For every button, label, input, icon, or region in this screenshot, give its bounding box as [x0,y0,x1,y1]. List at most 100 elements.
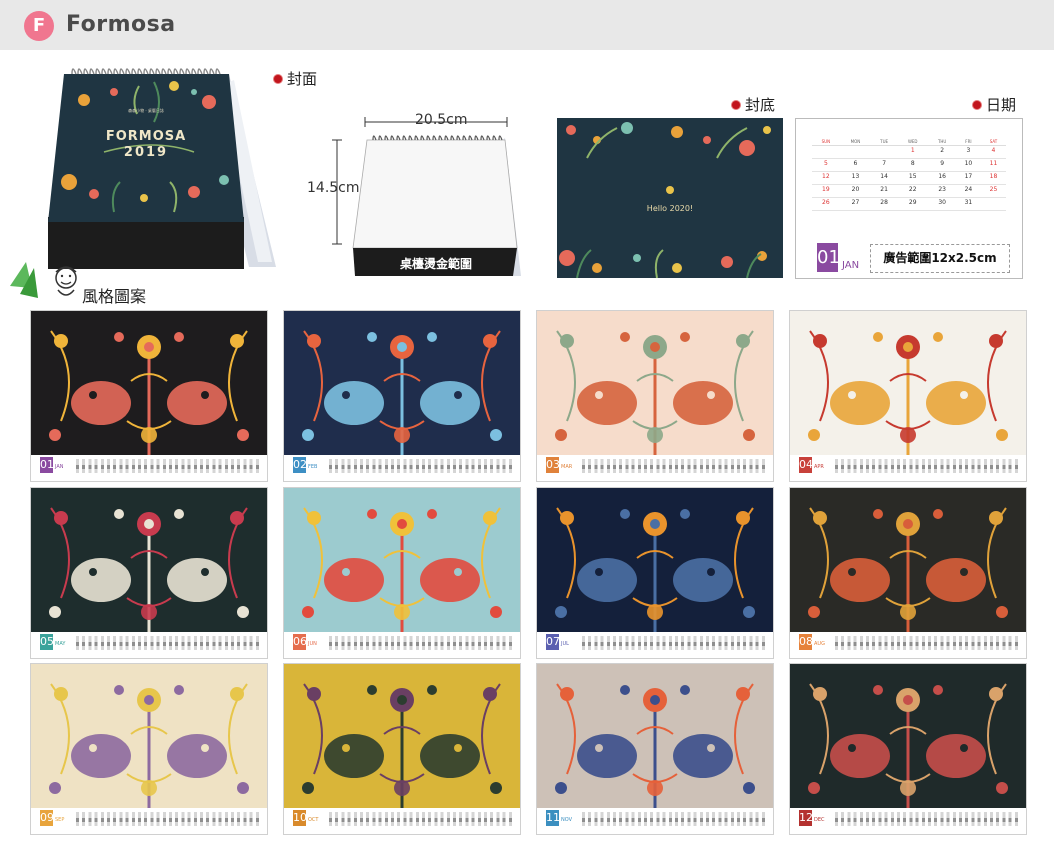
month-number: 08 [799,634,813,650]
month-artwork [790,311,1026,455]
month-number: 03 [546,457,560,473]
date-row [76,465,261,469]
month-name: NOV [561,817,573,823]
date-cell: 30 [928,197,956,211]
month-number: 11 [546,810,560,826]
month-card: 12 DEC [789,663,1027,835]
style-section-title: 風格圖案 [82,287,147,306]
date-cell [812,145,840,159]
month-date-strip: 11 NOV [537,808,773,834]
cover-year-text: 2019 [124,145,168,160]
month-artwork [31,488,267,632]
month-artwork [537,488,773,632]
date-cell: 18 [980,171,1006,185]
month-artwork [790,664,1026,808]
date-page-month-name: JAN [842,260,860,271]
date-cell: 21 [871,184,898,198]
date-row [582,465,767,469]
date-cell: 17 [955,171,981,185]
date-cell: 4 [980,145,1006,159]
month-date-strip: 07 JUL [537,632,773,658]
month-date-strip: 06 JUN [284,632,520,658]
month-number: 07 [546,634,560,650]
month-number: 10 [293,810,307,826]
month-name: DEC [814,817,825,823]
date-row [329,818,514,822]
month-date-strip: 04 APR [790,455,1026,481]
month-card: 01 JAN [30,310,268,482]
date-row [582,642,767,646]
month-date-strip: 05 MAY [31,632,267,658]
month-card: 09 SEP [30,663,268,835]
date-cell: 27 [839,197,872,211]
month-artwork [284,311,520,455]
date-label-text: 日期 [986,96,1017,114]
date-cell: 8 [897,158,929,172]
height-label: 14.5cm [307,180,360,196]
red-dot-icon [732,101,740,109]
month-card: 04 APR [789,310,1027,482]
month-date-strip: 08 AUG [790,632,1026,658]
month-name: MAR [561,464,573,470]
cover-title-text: FORMOSA [106,129,186,144]
date-cell: 5 [812,158,840,172]
cover-label-text: 封面 [287,70,318,88]
date-cell: 28 [871,197,898,211]
month-card: 08 AUG [789,487,1027,659]
date-cell: 23 [928,184,956,198]
date-cell: 31 [955,197,981,211]
month-card: 07 JUL [536,487,774,659]
desk-calendar-cover: 森森小物 · 桌曆日誌 FORMOSA 2019 [44,62,284,280]
cover-small-text: 森森小物 · 桌曆日誌 [128,107,164,113]
month-date-strip: 03 MAR [537,455,773,481]
date-cell: 16 [928,171,956,185]
month-date-strip: 12 DEC [790,808,1026,834]
date-cell: 13 [839,171,872,185]
style-section-icon [6,258,80,304]
back-label-text: 封底 [745,96,776,114]
stamp-area-label: 桌檯燙金範圍 [399,257,472,271]
width-label: 20.5cm [415,112,468,128]
month-name: APR [814,464,824,470]
date-cell: 1 [897,145,929,159]
month-artwork [537,664,773,808]
month-name: JUN [308,641,317,647]
month-artwork [31,664,267,808]
date-cell: 3 [955,145,981,159]
date-cell: 6 [839,158,872,172]
month-card: 02 FEB [283,310,521,482]
month-number: 04 [799,457,813,473]
month-date-strip: 09 SEP [31,808,267,834]
date-cell: 29 [897,197,929,211]
date-row [329,642,514,646]
month-artwork [284,664,520,808]
date-cell: 14 [871,171,898,185]
date-cell [839,145,872,159]
month-name: AUG [814,641,825,647]
month-name: FEB [308,464,318,470]
date-cell: 24 [955,184,981,198]
month-card: 06 JUN [283,487,521,659]
date-cell: 15 [897,171,929,185]
month-card: 11 NOV [536,663,774,835]
date-row [582,818,767,822]
date-cell: 12 [812,171,840,185]
date-cell: 25 [980,184,1006,198]
date-row [76,818,261,822]
date-page-sample: SUN MON TUE WED THU FRI SAT 1 2 3 4 5 6 [795,118,1023,279]
month-name: MAY [55,641,66,647]
date-label: 日期 [973,94,1016,115]
date-grid: SUN MON TUE WED THU FRI SAT 1 2 3 4 5 6 [812,139,1006,211]
month-card: 10 OCT [283,663,521,835]
month-number: 05 [40,634,54,650]
month-artwork [31,311,267,455]
date-cell: 22 [897,184,929,198]
ad-area-box: 廣告範圍12x2.5cm [870,244,1010,273]
back-label: 封底 [732,94,775,115]
date-cell: 19 [812,184,840,198]
month-number: 01 [40,457,54,473]
date-cell: 7 [871,158,898,172]
month-name: JAN [55,464,64,470]
month-date-strip: 01 JAN [31,455,267,481]
month-name: JUL [561,641,569,647]
